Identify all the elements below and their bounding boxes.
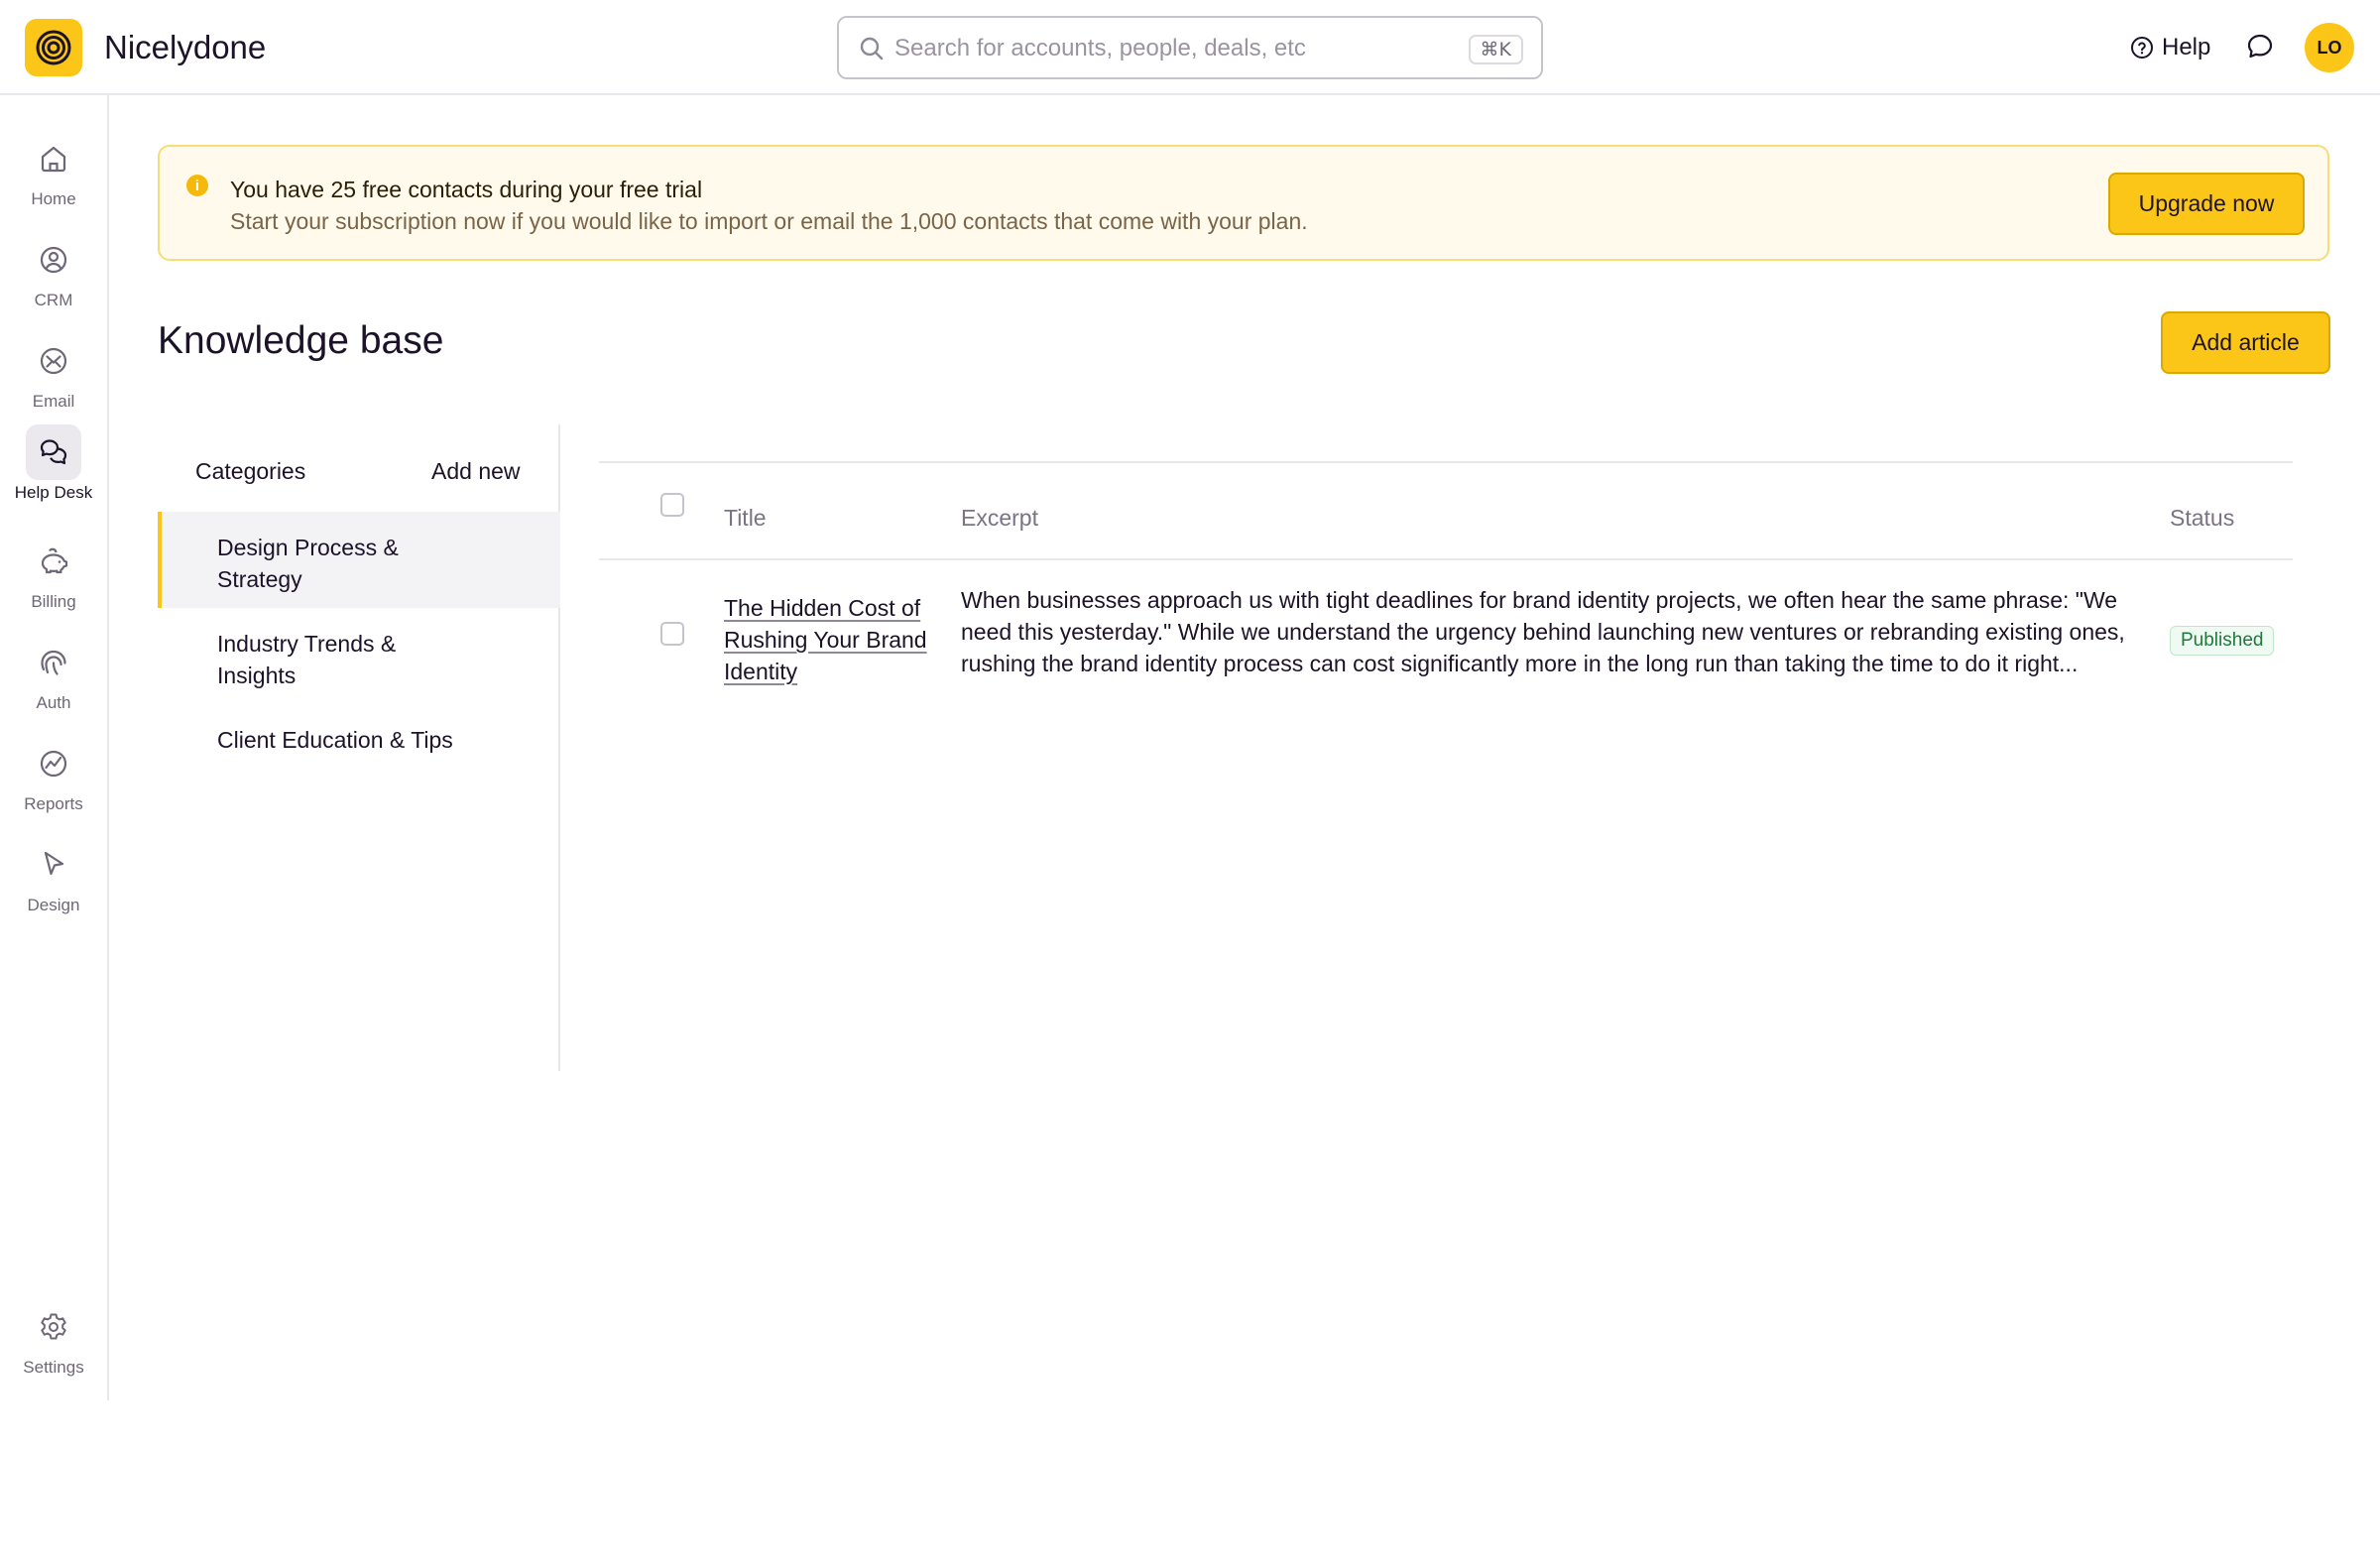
sidebar-item-billing[interactable]: Billing: [0, 534, 107, 629]
excerpt-line: need this yesterday." While we understan…: [961, 619, 2125, 645]
category-label-line: Strategy: [217, 566, 302, 592]
sidebar-item-help-desk[interactable]: Help Desk: [0, 424, 107, 520]
search-input[interactable]: Search for accounts, people, deals, etc …: [837, 16, 1543, 79]
sidebar-item-label: Email: [32, 392, 75, 411]
info-icon: i: [186, 175, 208, 196]
category-label-line: Client Education & Tips: [217, 727, 453, 753]
sidebar-icon-wrap: [26, 1299, 81, 1355]
category-item-design-process[interactable]: Design Process & Strategy: [158, 512, 560, 608]
sidebar-icon-wrap: [26, 424, 81, 480]
category-item-industry-trends[interactable]: Industry Trends & Insights: [158, 608, 560, 704]
sidebar-item-crm[interactable]: CRM: [0, 232, 107, 327]
app-logo[interactable]: [25, 19, 82, 76]
sidebar-item-label: Billing: [31, 592, 76, 611]
help-circle-icon: [2131, 37, 2153, 59]
trial-banner: i You have 25 free contacts during your …: [158, 145, 2329, 261]
sidebar-item-label: Design: [27, 896, 80, 914]
table-top-divider: [599, 461, 2293, 463]
help-button[interactable]: Help: [2130, 30, 2210, 65]
sidebar-item-label: Reports: [24, 794, 83, 813]
category-label-line: Industry Trends &: [217, 631, 397, 657]
excerpt-line: When businesses approach us with tight d…: [961, 587, 2118, 613]
mail-icon: [40, 347, 67, 375]
add-category-button[interactable]: Add new: [431, 456, 521, 486]
column-header-excerpt[interactable]: Excerpt: [961, 503, 1038, 533]
banner-title: You have 25 free contacts during your fr…: [230, 177, 703, 202]
user-avatar[interactable]: LO: [2305, 23, 2354, 72]
piggy-bank-icon: [41, 547, 68, 574]
user-circle-icon: [40, 246, 67, 274]
sidebar-item-label: Help Desk: [14, 483, 93, 502]
sidebar-icon-wrap: [26, 736, 81, 791]
category-label-line: Insights: [217, 663, 297, 688]
home-icon: [41, 146, 66, 173]
chat-icon[interactable]: [2245, 32, 2275, 61]
categories-heading: Categories: [195, 458, 306, 484]
sidebar-item-label: CRM: [34, 291, 73, 309]
sidebar-item-reports[interactable]: Reports: [0, 736, 107, 831]
article-title-link[interactable]: The Hidden Cost of Rushing Your Brand Id…: [724, 592, 936, 687]
sidebar-item-home[interactable]: Home: [0, 131, 107, 226]
sidebar-item-label: Settings: [23, 1358, 84, 1377]
column-header-title[interactable]: Title: [724, 503, 767, 533]
sidebar-item-design[interactable]: Design: [0, 837, 107, 932]
upgrade-now-button[interactable]: Upgrade now: [2108, 173, 2305, 235]
article-title-line[interactable]: The Hidden Cost of: [724, 595, 920, 621]
cursor-icon: [44, 851, 64, 876]
sidebar-icon-wrap: [26, 333, 81, 389]
status-badge: Published: [2170, 626, 2275, 656]
sidebar-item-email[interactable]: Email: [0, 333, 107, 428]
categories-panel: Categories Add new Design Process & Stra…: [158, 424, 560, 1071]
excerpt-line: rushing the brand identity process can c…: [961, 651, 2079, 676]
row-checkbox[interactable]: [660, 622, 684, 646]
add-article-button[interactable]: Add article: [2161, 311, 2330, 374]
article-title-line[interactable]: Rushing Your Brand: [724, 627, 927, 653]
sidebar-icon-wrap: [26, 837, 81, 893]
app-name: Nicelydone: [104, 29, 267, 65]
gear-icon: [41, 1313, 66, 1340]
category-label-line: Design Process &: [217, 535, 399, 560]
table-header-divider: [599, 558, 2293, 560]
category-item-client-education[interactable]: Client Education & Tips: [158, 704, 560, 770]
help-label: Help: [2162, 34, 2211, 60]
article-excerpt: When businesses approach us with tight d…: [961, 584, 2151, 679]
chat-bubbles-icon: [40, 439, 67, 465]
sidebar-icon-wrap: [26, 232, 81, 288]
sidebar-item-label: Auth: [36, 693, 71, 712]
page-title: Knowledge base: [158, 319, 444, 362]
sidebar-item-settings[interactable]: Settings: [0, 1299, 107, 1394]
sidebar: Home CRM Email Help Desk Billing Auth Re…: [0, 95, 109, 1400]
search-placeholder: Search for accounts, people, deals, etc: [894, 35, 1306, 61]
top-bar: Nicelydone Search for accounts, people, …: [0, 0, 2380, 95]
sidebar-item-auth[interactable]: Auth: [0, 635, 107, 730]
search-shortcut-badge: ⌘K: [1468, 35, 1523, 64]
column-header-status[interactable]: Status: [2170, 503, 2234, 533]
article-title-line[interactable]: Identity: [724, 659, 797, 684]
sidebar-icon-wrap: [26, 534, 81, 589]
chart-icon: [40, 750, 67, 778]
sidebar-icon-wrap: [26, 635, 81, 690]
spiral-logo-icon: [36, 30, 71, 65]
fingerprint-icon: [41, 650, 66, 675]
select-all-checkbox[interactable]: [660, 493, 684, 517]
sidebar-icon-wrap: [26, 131, 81, 186]
banner-description: Start your subscription now if you would…: [230, 208, 1308, 234]
search-icon: [860, 37, 884, 60]
sidebar-item-label: Home: [31, 189, 76, 208]
